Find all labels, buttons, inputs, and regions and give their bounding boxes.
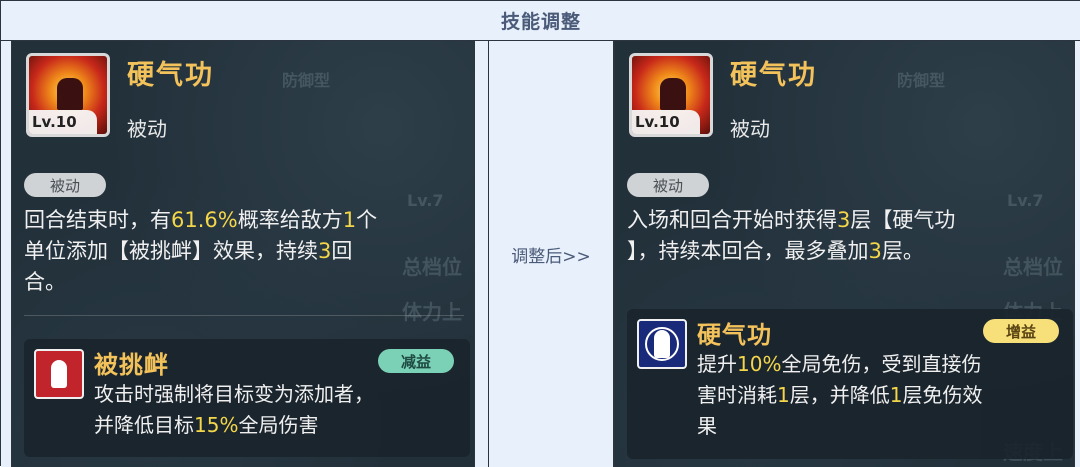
effect-highlight: 1: [889, 383, 903, 407]
debuff-tag: 减益: [378, 349, 454, 373]
figure-icon: [654, 330, 670, 358]
desc-text: 回: [331, 239, 353, 263]
effect-description: 提升10%全局免伤，受到直接伤 害时消耗1层，并降低1层免伤效 果: [697, 349, 982, 442]
arrow-label-column: 调整后>>: [488, 41, 614, 467]
bg-ghost-text: 总档位: [1003, 255, 1063, 279]
taunt-icon: [34, 349, 84, 399]
effect-text: 全局伤害: [238, 413, 319, 437]
skill-level-badge: Lv.10: [29, 110, 97, 134]
effect-text: 全局免伤，受到直接伤: [781, 352, 982, 376]
skill-name: 硬气功: [730, 60, 817, 91]
after-arrow-label: 调整后>>: [511, 246, 591, 267]
effect-text: 提升: [697, 352, 737, 376]
before-panel: 防御型 Lv.7 总档位 体力上 Lv.10 硬气功 被动 被动 回合结束时，有…: [11, 41, 475, 467]
left-margin: [1, 41, 11, 467]
desc-text: 单位添加【被挑衅】效果，持续: [24, 239, 318, 263]
skill-description: 入场和回合开始时获得3层【硬气功 】，持续本回合，最多叠加3层。: [627, 205, 955, 267]
skill-name: 硬气功: [127, 60, 214, 91]
skill-type-pill: 被动: [24, 173, 106, 197]
effect-name: 被挑衅: [94, 351, 169, 379]
skill-icon[interactable]: Lv.10: [629, 53, 713, 137]
effect-text: 果: [697, 414, 717, 438]
shield-buff-icon: [637, 319, 687, 369]
page-title: 技能调整: [500, 11, 581, 33]
effect-highlight: 15%: [194, 413, 239, 437]
effect-text: 并降低目标: [94, 413, 194, 437]
skill-type: 被动: [127, 117, 167, 141]
effect-highlight: 1: [777, 383, 790, 407]
skill-type-pill: 被动: [627, 173, 709, 197]
comparison-frame: 技能调整 防御型 Lv.7 总档位 体力上 Lv.10 硬气功 被动 被动 回合…: [0, 0, 1080, 467]
effect-highlight: 10%: [737, 352, 782, 376]
skill-type: 被动: [730, 117, 770, 141]
header-bar: 技能调整: [1, 1, 1080, 41]
bg-ghost-text: Lv.7: [1007, 191, 1044, 210]
divider: [24, 315, 464, 316]
effect-text: 攻击时强制将目标变为添加者，: [94, 382, 374, 406]
desc-text: 入场和回合开始时获得: [627, 208, 837, 232]
bg-ghost-text: 体力上: [402, 300, 462, 324]
desc-text: 个: [356, 208, 378, 232]
desc-highlight: 61.6%: [171, 208, 238, 232]
skill-figure-icon: [57, 78, 83, 110]
desc-text: 合。: [24, 270, 66, 294]
right-margin: [1075, 41, 1080, 467]
buff-tag: 增益: [983, 319, 1059, 343]
bg-ghost-text: 防御型: [282, 71, 331, 90]
effect-card[interactable]: 硬气功 增益 提升10%全局免伤，受到直接伤 害时消耗1层，并降低1层免伤效 果: [627, 309, 1073, 459]
desc-text: 层。: [881, 239, 924, 263]
effect-card[interactable]: 被挑衅 减益 攻击时强制将目标变为添加者， 并降低目标15%全局伤害: [24, 339, 470, 457]
bg-ghost-text: 防御型: [897, 71, 946, 90]
bg-ghost-text: 总档位: [402, 255, 462, 279]
bg-ghost-text: Lv.7: [407, 191, 444, 210]
desc-highlight: 3: [318, 239, 332, 263]
desc-text: 回合结束时，有: [24, 208, 171, 232]
skill-level-badge: Lv.10: [632, 110, 700, 134]
desc-text: 概率给敌方: [237, 208, 343, 232]
skill-description: 回合结束时，有61.6%概率给敌方1个 单位添加【被挑衅】效果，持续3回 合。: [24, 205, 377, 298]
skill-icon[interactable]: Lv.10: [26, 53, 110, 137]
figure-icon: [51, 360, 67, 388]
after-panel: 防御型 Lv.7 总档位 体力上 速度上 Lv.10 硬气功 被动 被动 入场和…: [614, 41, 1075, 467]
desc-highlight: 1: [342, 208, 357, 232]
effect-text: 层免伤效: [902, 383, 983, 407]
desc-highlight: 3: [837, 208, 851, 232]
desc-text: 】，持续本回合，最多叠加: [627, 239, 869, 263]
effect-name: 硬气功: [697, 321, 772, 349]
effect-text: 害时消耗: [697, 383, 777, 407]
desc-text: 层【硬气功: [850, 208, 956, 232]
effect-text: 层，并降低: [789, 383, 890, 407]
effect-description: 攻击时强制将目标变为添加者， 并降低目标15%全局伤害: [94, 379, 374, 441]
panel-gap: [475, 41, 488, 467]
skill-figure-icon: [660, 78, 686, 110]
desc-highlight: 3: [868, 239, 882, 263]
